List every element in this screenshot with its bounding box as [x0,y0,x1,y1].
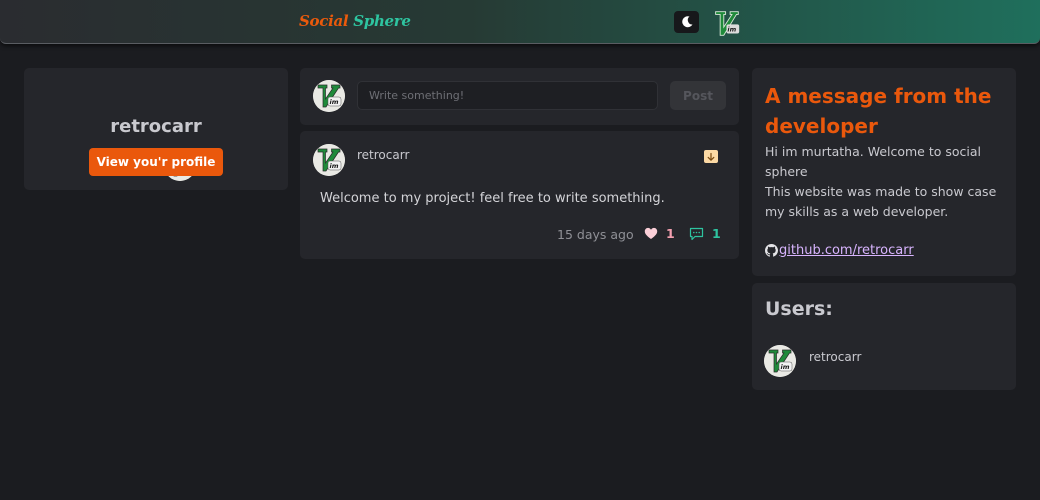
post-composer: im Write something! Post [300,68,739,125]
vim-logo-icon: im [313,144,345,176]
post-body: Welcome to my project! feel free to writ… [320,191,665,206]
composer-avatar: im [313,80,345,112]
comment-icon [689,227,704,240]
vim-logo-icon: im [715,11,740,36]
header-user-avatar[interactable]: im [712,9,741,38]
brand-word-sphere: Sphere [353,12,411,30]
svg-text:im: im [330,98,339,106]
users-title: Users: [765,298,833,320]
github-icon [765,244,778,257]
post-timestamp: 15 days ago [557,227,634,242]
brand-word-social: Social [299,12,349,30]
theme-toggle-button[interactable] [674,11,699,33]
vim-logo-icon: im [764,345,796,377]
developer-message-card: A message from the developer Hi im murta… [752,68,1016,276]
post-card: im retrocarr Welcome to my project! feel… [300,131,739,259]
post-author-name[interactable]: retrocarr [357,148,409,162]
users-card: Users: im retrocarr [752,283,1016,390]
like-count: 1 [666,226,675,241]
vim-logo-icon: im [313,80,345,112]
moon-icon [681,16,692,28]
top-navbar: Social Sphere im [0,0,1040,44]
profile-username: retrocarr [110,116,202,137]
developer-message-line-2: This website was made to show case my sk… [765,184,997,219]
brand-logo[interactable]: Social Sphere [299,12,411,30]
comment-button[interactable]: 1 [689,226,721,241]
developer-message-body: Hi im murtatha. Welcome to social sphere… [765,142,1009,222]
developer-message-title: A message from the developer [765,84,992,138]
profile-card: im retrocarr View you'r profile [24,68,288,190]
svg-text:im: im [330,162,339,170]
arrow-down-icon [707,152,715,161]
user-list-avatar[interactable]: im [764,345,796,377]
developer-message-line-1: Hi im murtatha. Welcome to social sphere [765,144,982,179]
post-author-avatar[interactable]: im [313,144,345,176]
heart-icon [644,227,658,239]
svg-text:im: im [781,363,790,371]
view-profile-button[interactable]: View you'r profile [89,148,223,176]
like-button[interactable]: 1 [644,226,675,241]
github-link-text: github.com/retrocarr [779,243,914,258]
svg-text:im: im [727,27,736,34]
post-input[interactable]: Write something! [357,81,658,110]
github-link[interactable]: github.com/retrocarr [765,243,914,258]
comment-count: 1 [712,226,721,241]
post-button[interactable]: Post [670,81,726,110]
post-options-button[interactable] [704,150,718,163]
user-list-item[interactable]: retrocarr [809,350,861,364]
